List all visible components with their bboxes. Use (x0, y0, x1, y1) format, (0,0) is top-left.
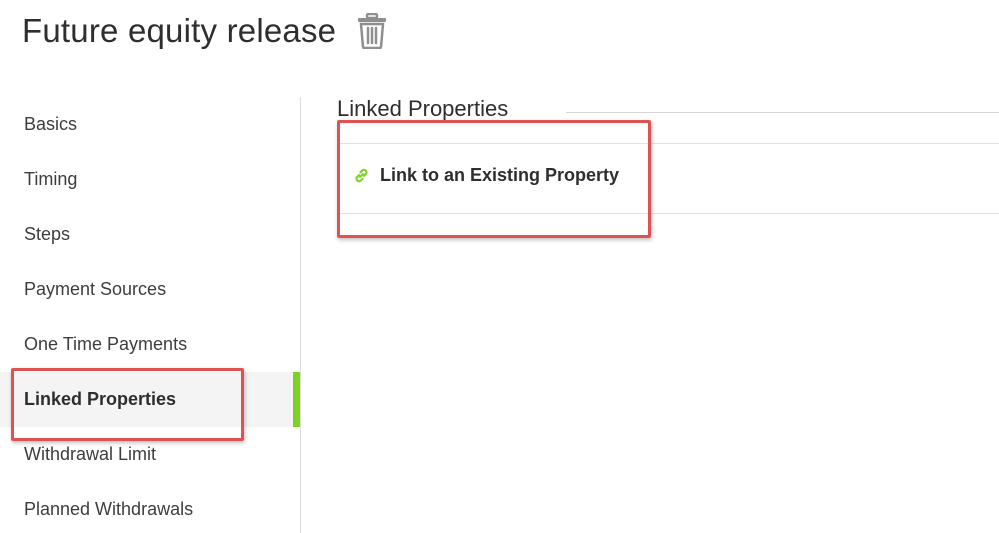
sidebar-item-label: Planned Withdrawals (24, 499, 194, 519)
trash-icon (358, 13, 387, 49)
delete-button[interactable] (356, 12, 388, 50)
sidebar-item-label: Steps (24, 224, 71, 244)
link-existing-property-label: Link to an Existing Property (380, 165, 620, 185)
sidebar-item-planned-withdrawals[interactable]: Planned Withdrawals (0, 482, 300, 533)
sidebar-item-label: Linked Properties (24, 389, 177, 409)
sidebar-item-steps[interactable]: Steps (0, 207, 300, 262)
section-divider (566, 112, 999, 113)
page: Future equity release Basics Timing Step… (0, 0, 999, 533)
sidebar-item-linked-properties[interactable]: Linked Properties (0, 372, 300, 427)
link-icon (355, 168, 368, 183)
row-divider (337, 143, 999, 144)
sidebar-item-payment-sources[interactable]: Payment Sources (0, 262, 300, 317)
row-divider (337, 213, 999, 214)
sidebar-item-label: Withdrawal Limit (24, 444, 157, 464)
sidebar-nav: Basics Timing Steps Payment Sources One … (0, 97, 301, 533)
sidebar-item-label: Basics (24, 114, 78, 134)
sidebar-item-label: One Time Payments (24, 334, 188, 354)
link-existing-property-button[interactable]: Link to an Existing Property (353, 165, 619, 186)
sidebar-item-label: Payment Sources (24, 279, 167, 299)
sidebar-item-timing[interactable]: Timing (0, 152, 300, 207)
section-title: Linked Properties (337, 96, 534, 122)
sidebar-item-basics[interactable]: Basics (0, 97, 300, 152)
page-title: Future equity release (22, 12, 337, 49)
sidebar-item-withdrawal-limit[interactable]: Withdrawal Limit (0, 427, 300, 482)
page-header: Future equity release (22, 12, 388, 50)
main-content: Linked Properties Link to an Existing Pr… (301, 96, 999, 533)
sidebar-item-label: Timing (24, 169, 78, 189)
sidebar-item-one-time-payments[interactable]: One Time Payments (0, 317, 300, 372)
